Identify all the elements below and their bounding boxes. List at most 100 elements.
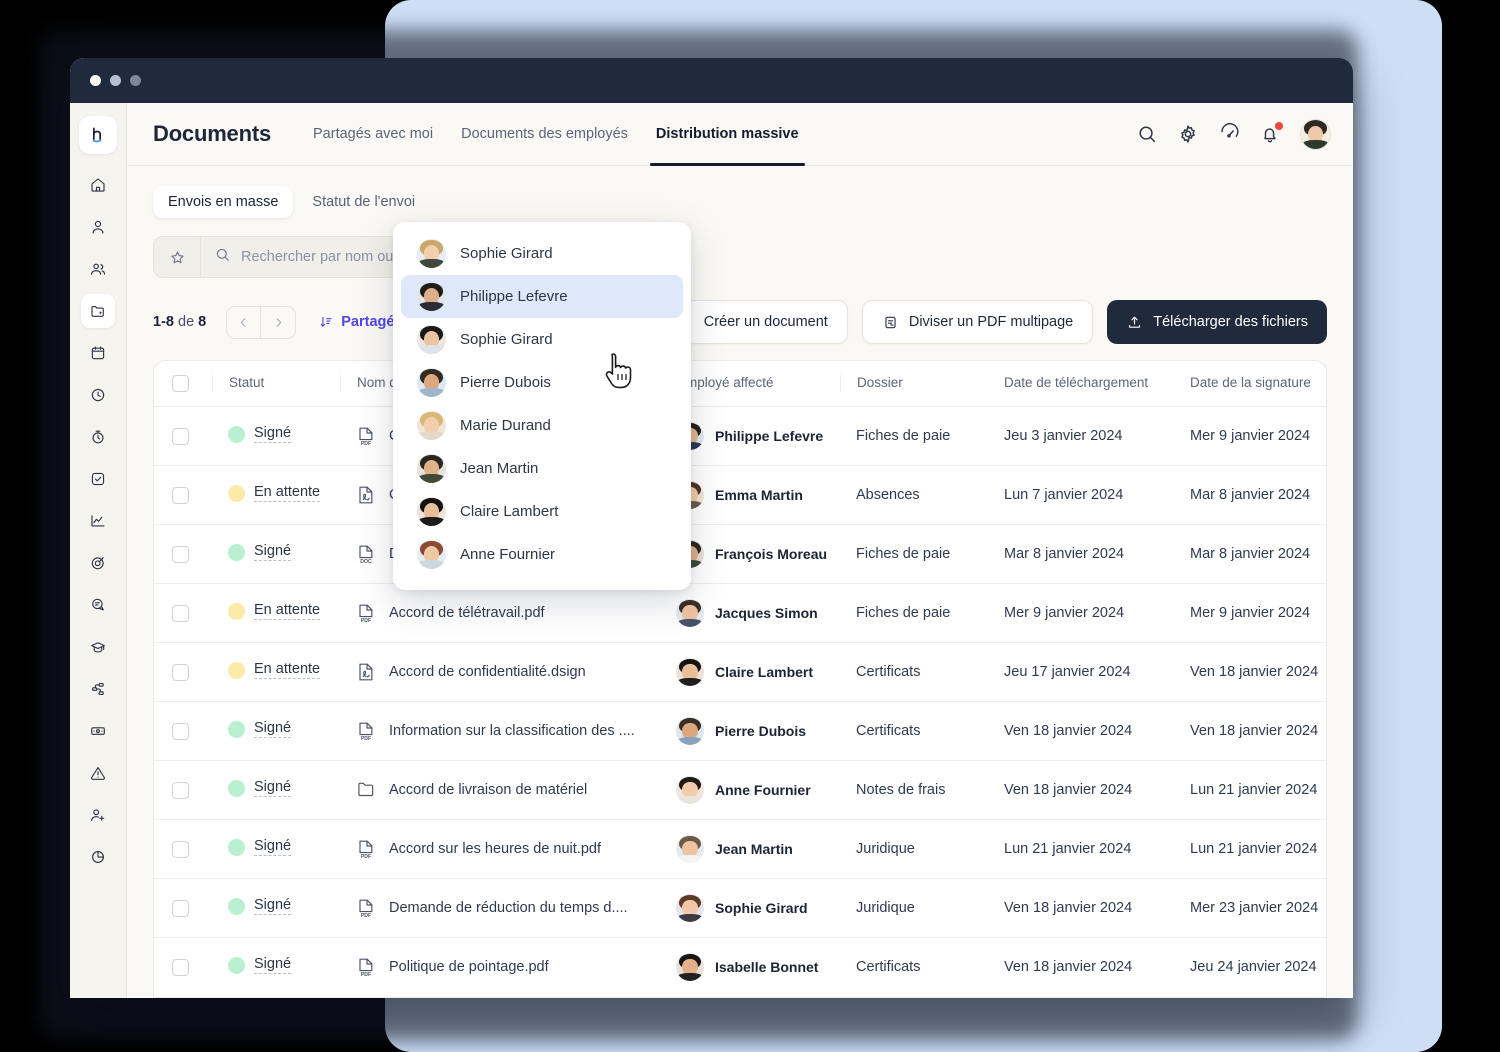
segment-bulk-sends[interactable]: Envois en masse <box>153 186 294 218</box>
sidebar-item-calendar[interactable] <box>81 336 115 370</box>
tab-shared-with-me[interactable]: Partagés avec moi <box>299 103 447 166</box>
sidebar-item-profile[interactable] <box>81 210 115 244</box>
table-row[interactable]: Signé PDF Politique de pointage.pdf Isabell… <box>154 938 1326 997</box>
sign-date: Mer 9 janvier 2024 <box>1190 605 1311 621</box>
tab-mass-distribution[interactable]: Distribution massive <box>642 103 813 166</box>
pdf-file-icon: PDF <box>359 722 373 742</box>
close-icon[interactable] <box>90 75 101 86</box>
tab-employee-documents[interactable]: Documents des employés <box>447 103 642 166</box>
upload-date: Jeu 3 janvier 2024 <box>1004 428 1123 444</box>
sidebar-item-feedback[interactable] <box>81 588 115 622</box>
prev-page-button[interactable] <box>227 306 262 338</box>
bell-icon[interactable] <box>1259 122 1283 145</box>
dropdown-item[interactable]: Pierre Dubois <box>401 361 683 404</box>
table-row[interactable]: SignéDOCDemande d'absenceFrançois Moreau… <box>154 524 1326 584</box>
employee-name: Pierre Dubois <box>715 723 807 739</box>
sidebar-item-home[interactable] <box>81 168 115 202</box>
sidebar-item-alerts[interactable] <box>81 756 115 790</box>
sidebar-item-add-user[interactable] <box>81 798 115 832</box>
row-checkbox[interactable] <box>172 899 189 917</box>
row-checkbox[interactable] <box>172 545 189 563</box>
search-icon <box>214 246 231 268</box>
row-upload-date-cell: Mer 9 janvier 2024 <box>988 583 1174 643</box>
split-pdf-button[interactable]: Diviser un PDF multipage <box>861 300 1094 344</box>
sidebar-item-tasks[interactable] <box>81 462 115 496</box>
column-upload-date-label: Date de téléchargement <box>1004 375 1149 391</box>
avatar[interactable] <box>1300 118 1331 150</box>
svg-text:PDF: PDF <box>361 441 371 447</box>
row-checkbox[interactable] <box>172 486 189 504</box>
status-label: Signé <box>254 543 292 562</box>
row-checkbox[interactable] <box>172 781 189 799</box>
row-select-cell <box>154 819 212 879</box>
table-row[interactable]: Signé Accord de livraison de matériel Anne… <box>154 760 1326 820</box>
dropdown-item-label: Claire Lambert <box>460 503 559 520</box>
main-area: Documents Partagés avec moi Documents de… <box>127 103 1353 998</box>
app-logo[interactable] <box>79 116 117 154</box>
sidebar-item-goals[interactable] <box>81 546 115 580</box>
dropdown-item[interactable]: Philippe Lefevre <box>401 275 683 318</box>
table-row[interactable]: En attente Accord de confidentialité.dsig… <box>154 642 1326 702</box>
table-row[interactable]: SignéPDFContrat de travail.pdfPhilippe L… <box>154 406 1326 466</box>
sidebar-item-documents[interactable] <box>81 294 115 328</box>
search-icon[interactable] <box>1136 123 1158 145</box>
employee-name: Emma Martin <box>715 487 803 503</box>
table-row[interactable]: En attente PDF Accord de télétravail.pdf Ja… <box>154 583 1326 643</box>
dropdown-item[interactable]: Claire Lambert <box>401 490 683 533</box>
dropdown-item[interactable]: Jean Martin <box>401 447 683 490</box>
dropdown-item-label: Anne Fournier <box>460 546 556 563</box>
avatar <box>676 835 704 863</box>
sidebar-item-workflow[interactable] <box>81 672 115 706</box>
row-upload-date-cell: Jeu 17 janvier 2024 <box>988 642 1174 702</box>
svg-text:PDF: PDF <box>361 854 371 860</box>
row-checkbox[interactable] <box>172 722 189 740</box>
sign-date: Mar 8 janvier 2024 <box>1190 546 1311 562</box>
row-checkbox[interactable] <box>172 958 189 976</box>
speedometer-icon[interactable] <box>1218 123 1240 145</box>
row-upload-date-cell: Ven 18 janvier 2024 <box>988 878 1174 938</box>
row-checkbox[interactable] <box>172 840 189 858</box>
filter-row: ✕ <box>153 236 1327 278</box>
avatar <box>417 454 446 483</box>
row-select-cell <box>154 583 212 643</box>
segment-send-status[interactable]: Statut de l'envoi <box>297 186 430 218</box>
sidebar-item-payroll[interactable] <box>81 714 115 748</box>
table-row[interactable]: Signé PDF Information sur la classificatio… <box>154 701 1326 761</box>
row-checkbox[interactable] <box>172 663 189 681</box>
doc-file-icon: DOC <box>359 545 373 565</box>
maximize-icon[interactable] <box>130 75 141 86</box>
table-row[interactable]: En attenteConvention de stageEmma Martin… <box>154 465 1326 525</box>
next-page-button[interactable] <box>261 307 295 338</box>
row-checkbox[interactable] <box>172 604 189 622</box>
mouse-cursor <box>602 352 636 392</box>
sidebar-item-timer[interactable] <box>81 420 115 454</box>
row-checkbox[interactable] <box>172 427 189 445</box>
row-upload-date-cell: Ven 18 janvier 2024 <box>988 760 1174 820</box>
sidebar-item-time-tracking[interactable] <box>81 378 115 412</box>
table-row[interactable]: Signé PDF Demande de réduction du temps d.… <box>154 878 1326 938</box>
sidebar-item-analytics[interactable] <box>81 504 115 538</box>
employee-dropdown[interactable]: Sophie Girard Philippe Lefevre Sophie Gira… <box>393 222 691 590</box>
dropdown-item[interactable]: Marie Durand <box>401 404 683 447</box>
row-sign-date-cell: Mer 23 janvier 2024 <box>1174 878 1326 938</box>
row-sign-date-cell: Lun 21 janvier 2024 <box>1174 760 1326 820</box>
dropdown-item[interactable]: Sophie Girard <box>401 232 683 275</box>
row-select-cell <box>154 642 212 702</box>
status-badge <box>228 484 245 502</box>
favorite-star-icon[interactable] <box>154 237 201 277</box>
minimize-icon[interactable] <box>110 75 121 86</box>
dropdown-item[interactable]: Anne Fournier <box>401 533 683 576</box>
row-select-cell <box>154 524 212 584</box>
upload-files-button[interactable]: Télécharger des fichiers <box>1107 300 1327 344</box>
sidebar-item-people[interactable] <box>81 252 115 286</box>
sort-button[interactable]: Partagé <box>318 314 394 330</box>
row-filename-cell: PDF Demande de réduction du temps d.... <box>340 878 660 938</box>
sidebar-item-reports[interactable] <box>81 840 115 874</box>
table-row[interactable]: Signé PDF Accord sur les heures de nuit.pd… <box>154 819 1326 879</box>
file-name: Accord de confidentialité.dsign <box>389 664 586 680</box>
page-content: Envois en masse Statut de l'envoi Recher… <box>127 166 1353 998</box>
sidebar-item-training[interactable] <box>81 630 115 664</box>
select-all-checkbox[interactable] <box>172 375 189 392</box>
dropdown-item[interactable]: Sophie Girard <box>401 318 683 361</box>
gear-icon[interactable] <box>1177 123 1199 145</box>
